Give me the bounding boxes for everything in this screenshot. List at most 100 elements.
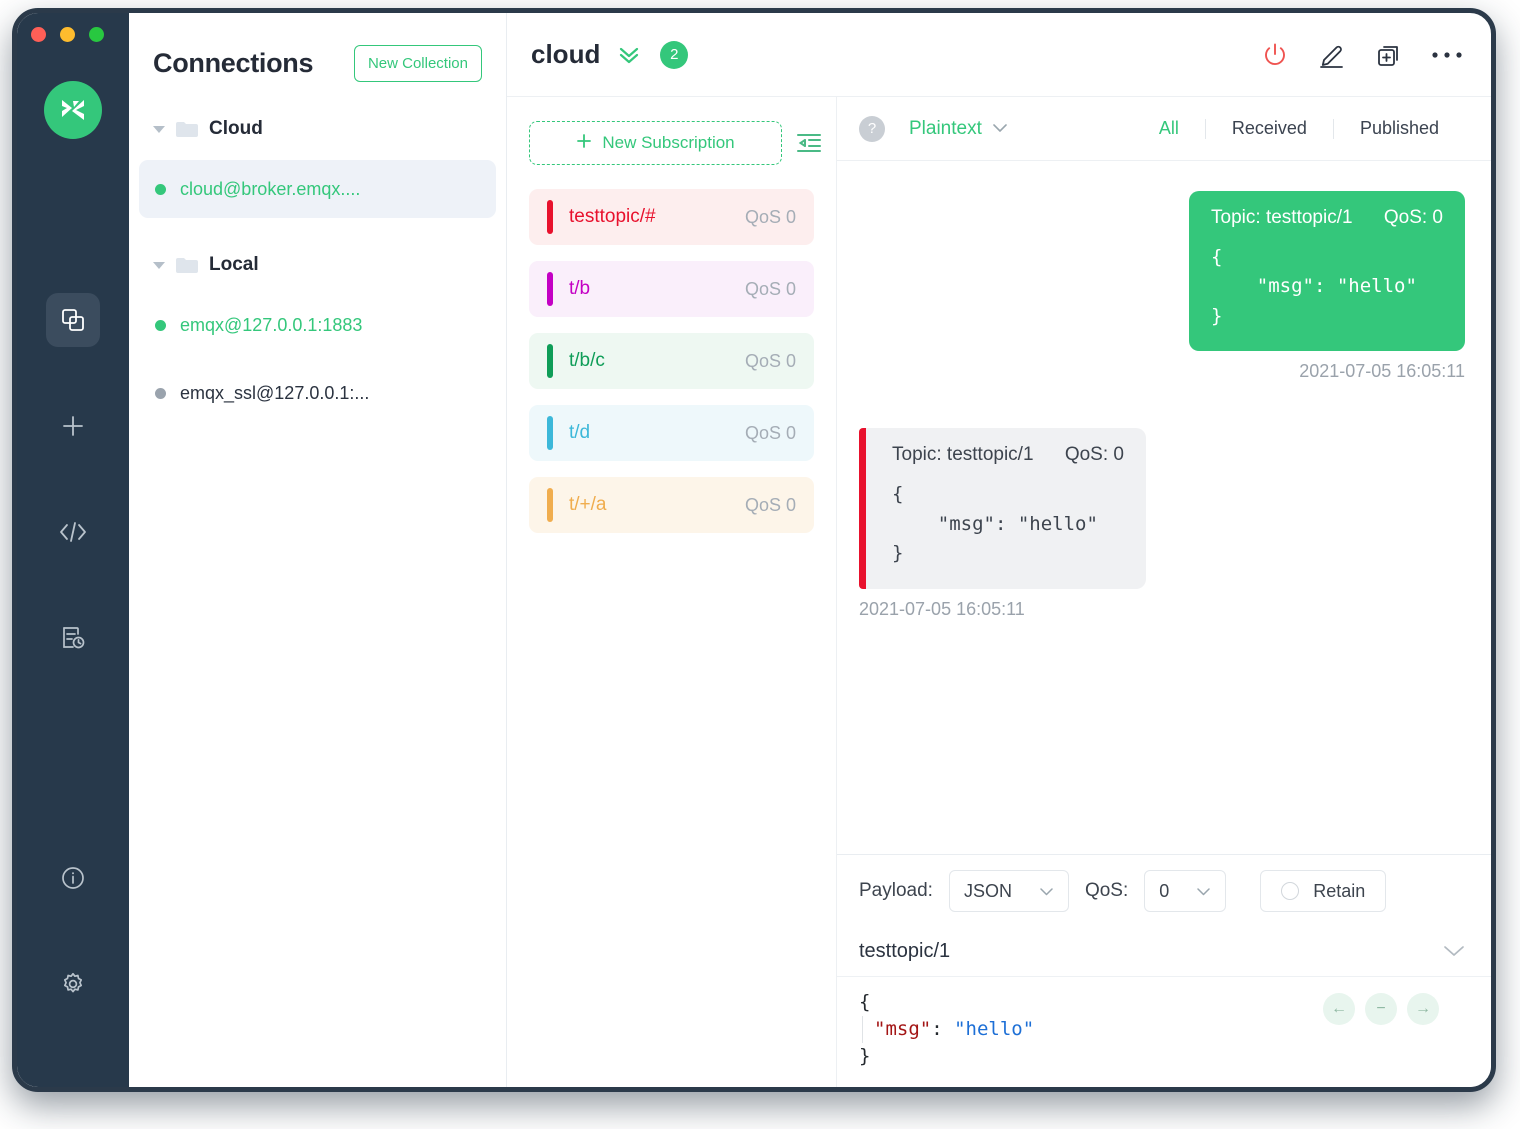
chevron-down-icon[interactable] [153, 125, 165, 133]
folder-icon [175, 120, 199, 139]
arrow-right-icon[interactable]: → [1407, 993, 1439, 1025]
subscription-item[interactable]: t/b/c QoS 0 [529, 333, 814, 389]
chevron-down-icon [1196, 881, 1211, 902]
message-bubble[interactable]: Topic: testtopic/1 QoS: 0 { "msg": "hell… [859, 428, 1146, 589]
qos-value: 0 [1159, 880, 1170, 901]
subscription-qos: QoS 0 [744, 350, 796, 371]
chevron-down-icon[interactable] [153, 261, 165, 269]
message-payload: { "msg": "hello" } [1211, 246, 1417, 327]
subscription-topic: t/+/a [569, 494, 607, 515]
sidebar-item-log[interactable] [46, 611, 100, 665]
minus-icon[interactable]: − [1365, 993, 1397, 1025]
connection-name: cloud@broker.emqx.... [180, 178, 361, 199]
connection-item-emqx-ssl[interactable]: emqx_ssl@127.0.0.1:... [139, 364, 496, 422]
subscription-topic: testtopic/# [569, 206, 656, 227]
message-qos: QoS: 0 [1383, 207, 1443, 228]
header-actions [1261, 41, 1463, 69]
new-subscription-button[interactable]: New Subscription [529, 121, 782, 165]
connection-item-cloud[interactable]: cloud@broker.emqx.... [139, 160, 496, 218]
message-topic: Topic: testtopic/1 [892, 444, 1034, 466]
connections-header: Connections New Collection [129, 13, 506, 82]
subscription-item[interactable]: testtopic/# QoS 0 [529, 189, 814, 245]
connection-header: cloud 2 [507, 13, 1491, 97]
sidebar-item-about[interactable] [46, 851, 100, 905]
tab-all[interactable]: All [1133, 118, 1205, 139]
mqttx-logo-icon [44, 81, 102, 139]
subscription-qos: QoS 0 [744, 422, 796, 443]
connection-group-local[interactable]: Local [129, 244, 506, 286]
status-dot-connected-icon [155, 183, 166, 195]
copy-plus-icon[interactable] [1375, 41, 1403, 69]
subscriptions-panel: New Subscription testtopic/# QoS 0 t/b Q… [507, 97, 837, 1087]
subscription-topic: t/d [569, 422, 591, 443]
subscription-color-bar [547, 344, 553, 378]
group-label: Cloud [209, 118, 263, 139]
subscription-qos: QoS 0 [744, 206, 796, 227]
new-collection-button[interactable]: New Collection [353, 45, 482, 82]
payload-format-dropdown[interactable]: JSON [948, 870, 1069, 912]
subscription-color-bar [547, 416, 553, 450]
payload-format-select[interactable]: Plaintext [909, 118, 1008, 140]
messages-list[interactable]: Topic: testtopic/1 QoS: 0 { "msg": "hell… [837, 161, 1491, 854]
subscriptions-toolbar: New Subscription [507, 121, 836, 165]
subscription-qos: QoS 0 [744, 278, 796, 299]
ellipsis-icon[interactable] [1431, 50, 1463, 60]
editor-json-colon: : [931, 1017, 955, 1040]
publish-options: Payload: JSON QoS: 0 Retain [837, 855, 1491, 927]
editor-json-key: "msg" [874, 1017, 932, 1040]
subscription-qos: QoS 0 [744, 494, 796, 515]
sidebar-item-new-connection[interactable] [46, 399, 100, 453]
message-row-published: Topic: testtopic/1 QoS: 0 { "msg": "hell… [859, 191, 1465, 382]
message-bubble[interactable]: Topic: testtopic/1 QoS: 0 { "msg": "hell… [1189, 191, 1465, 352]
app-window: Connections New Collection Cloud cloud@b… [12, 8, 1496, 1092]
qos-dropdown[interactable]: 0 [1144, 870, 1227, 912]
chevron-down-icon [992, 118, 1008, 140]
double-chevron-down-icon[interactable] [616, 44, 642, 66]
connection-name: emqx_ssl@127.0.0.1:... [180, 382, 370, 403]
status-dot-connected-icon [155, 319, 166, 331]
qos-label: QoS: [1084, 880, 1129, 901]
sidebar-item-settings[interactable] [46, 957, 100, 1011]
status-dot-disconnected-icon [155, 387, 166, 399]
subscription-item[interactable]: t/b QoS 0 [529, 261, 814, 317]
sidebar-item-scripts[interactable] [46, 505, 100, 559]
chevron-down-icon[interactable] [1443, 945, 1465, 958]
message-topic: Topic: testtopic/1 [1211, 207, 1353, 228]
subscription-topic: t/b/c [569, 350, 605, 371]
message-timestamp: 2021-07-05 16:05:11 [1299, 361, 1465, 382]
connection-group-cloud[interactable]: Cloud [129, 108, 506, 150]
messages-panel: ? Plaintext All Received Published Topic… [837, 97, 1491, 1087]
left-icon-rail [17, 13, 129, 1087]
chevron-down-icon [1039, 881, 1054, 902]
subscription-item[interactable]: t/+/a QoS 0 [529, 477, 814, 533]
connection-item-emqx[interactable]: emqx@127.0.0.1:1883 [139, 296, 496, 354]
pencil-icon[interactable] [1317, 41, 1347, 69]
plus-icon [576, 133, 592, 154]
tab-received[interactable]: Received [1206, 118, 1333, 139]
retain-toggle[interactable]: Retain [1260, 870, 1387, 912]
arrow-left-icon[interactable]: ← [1323, 993, 1355, 1025]
folder-icon [175, 256, 199, 275]
close-window-button[interactable] [31, 27, 46, 42]
connection-name: emqx@127.0.0.1:1883 [180, 314, 363, 335]
message-filter-tabs: All Received Published [1133, 118, 1465, 139]
message-timestamp: 2021-07-05 16:05:11 [859, 598, 1025, 619]
window-traffic-lights [31, 27, 104, 42]
send-button[interactable] [1419, 1091, 1471, 1092]
subscription-color-bar [547, 488, 553, 522]
maximize-window-button[interactable] [89, 27, 104, 42]
subscription-item[interactable]: t/d QoS 0 [529, 405, 814, 461]
minimize-window-button[interactable] [60, 27, 75, 42]
question-circle-icon[interactable]: ? [859, 115, 885, 142]
power-icon[interactable] [1261, 41, 1289, 69]
editor-line-open: { [859, 991, 871, 1013]
publish-topic-input[interactable] [859, 940, 1443, 963]
tab-published[interactable]: Published [1334, 118, 1465, 139]
message-qos: QoS: 0 [1064, 444, 1124, 466]
collapse-left-icon[interactable] [796, 132, 822, 154]
retain-label: Retain [1313, 880, 1366, 901]
payload-format-value: JSON [963, 880, 1012, 901]
sidebar-item-connections[interactable] [46, 293, 100, 347]
publish-payload-editor[interactable]: { "msg": "hello" } ← − → [837, 977, 1491, 1087]
subscription-topic: t/b [569, 278, 591, 299]
